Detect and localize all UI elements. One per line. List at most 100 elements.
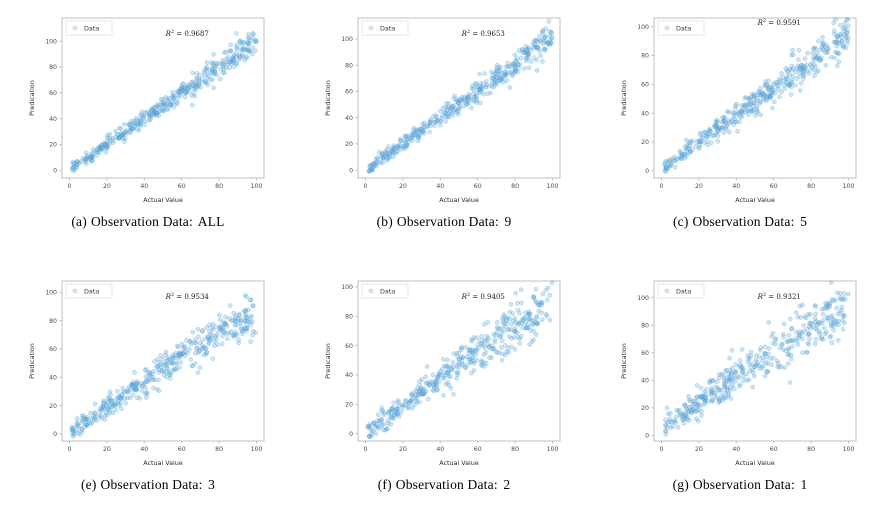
data-point [766, 78, 771, 84]
r-squared-annotation: R2 = 0.9653 [461, 29, 505, 38]
data-point [542, 35, 548, 40]
data-point [94, 147, 99, 153]
data-series-points [69, 292, 258, 439]
caption-text: Observation Data: [90, 214, 193, 229]
data-point [545, 285, 551, 290]
data-point [735, 129, 740, 134]
data-point [801, 322, 807, 328]
scatter-plot-f: 0 20 40 60 80 100 0 20 40 60 80 100 Actual Value Pred… [324, 279, 561, 467]
x-tick-label: 100 [251, 446, 263, 453]
data-point [842, 320, 847, 325]
data-point [123, 130, 128, 135]
data-point [504, 78, 510, 83]
data-point [499, 357, 505, 363]
data-point [156, 377, 161, 382]
data-point [795, 341, 801, 347]
data-point [423, 373, 429, 379]
x-tick-label: 100 [843, 183, 855, 190]
x-tick-label: 40 [140, 446, 148, 453]
data-point [779, 71, 784, 76]
panel-caption-c: (c) Observation Data: 5 [673, 214, 807, 230]
x-tick-label: 60 [474, 446, 482, 453]
data-point [498, 344, 504, 350]
data-point [424, 363, 430, 369]
data-point [474, 334, 479, 340]
data-point [539, 316, 545, 322]
data-point [88, 410, 93, 415]
data-point [479, 340, 484, 346]
data-point [466, 347, 472, 353]
data-point [769, 361, 775, 367]
data-point [244, 321, 249, 327]
data-point [729, 347, 735, 353]
scatter-plot-g: 0 20 40 60 80 100 0 20 40 60 80 100 Actual Value Pred… [620, 279, 857, 467]
data-point [223, 49, 229, 55]
data-point [812, 341, 818, 346]
data-point [234, 331, 240, 337]
r-squared-annotation: R2 = 0.9591 [757, 18, 801, 27]
data-point [175, 100, 180, 105]
data-point [482, 71, 488, 77]
data-point [789, 77, 795, 83]
data-point [94, 152, 100, 158]
caption-label: (a) [71, 214, 87, 229]
data-point [506, 64, 512, 70]
y-tick-label: 0 [53, 167, 57, 174]
data-point [158, 352, 164, 358]
data-point [802, 56, 808, 61]
data-point [835, 337, 841, 343]
data-point [687, 396, 692, 402]
data-point [248, 296, 254, 302]
data-point [801, 73, 807, 78]
data-point [232, 317, 238, 323]
data-point [684, 149, 689, 154]
data-point [781, 82, 787, 88]
x-tick-label: 20 [399, 183, 407, 190]
data-point [526, 54, 531, 60]
data-point [99, 146, 104, 152]
y-tick-label: 40 [49, 116, 57, 123]
y-tick-label: 100 [45, 289, 57, 296]
data-point [802, 65, 808, 70]
data-point [726, 109, 731, 115]
scatter-plot-b: 0 20 40 60 80 100 0 20 40 60 80 100 Actual Value Pred… [324, 17, 561, 204]
data-point [216, 61, 222, 67]
data-point [840, 326, 846, 332]
data-point [827, 334, 833, 340]
data-point [454, 350, 460, 355]
data-point [202, 345, 208, 351]
data-point [824, 303, 830, 308]
data-point [228, 48, 234, 54]
data-point [746, 356, 752, 362]
x-tick-label: 20 [695, 183, 703, 190]
data-point [435, 374, 441, 379]
data-point [742, 95, 748, 101]
data-point [511, 61, 517, 66]
data-point [523, 58, 529, 64]
data-point [246, 35, 251, 40]
data-point [515, 300, 520, 306]
data-point [376, 160, 381, 166]
data-point [518, 286, 524, 292]
y-tick-label: 100 [45, 38, 57, 45]
data-point [229, 317, 234, 323]
x-tick-label: 80 [215, 183, 223, 190]
data-point [790, 47, 795, 53]
data-point [116, 132, 121, 137]
data-point [108, 397, 114, 403]
r-squared-annotation: R2 = 0.9405 [461, 292, 505, 301]
data-point [766, 85, 772, 91]
data-point [224, 59, 230, 65]
data-point [176, 92, 182, 98]
data-point [832, 28, 837, 34]
data-point [150, 376, 156, 382]
data-point [813, 303, 819, 309]
data-point [388, 148, 394, 154]
data-point [674, 413, 679, 419]
data-point [508, 301, 514, 307]
data-point [667, 415, 673, 421]
data-point [215, 341, 220, 347]
data-point [70, 426, 75, 431]
y-axis-title: Predication [28, 80, 36, 116]
x-tick-label: 100 [251, 183, 263, 190]
